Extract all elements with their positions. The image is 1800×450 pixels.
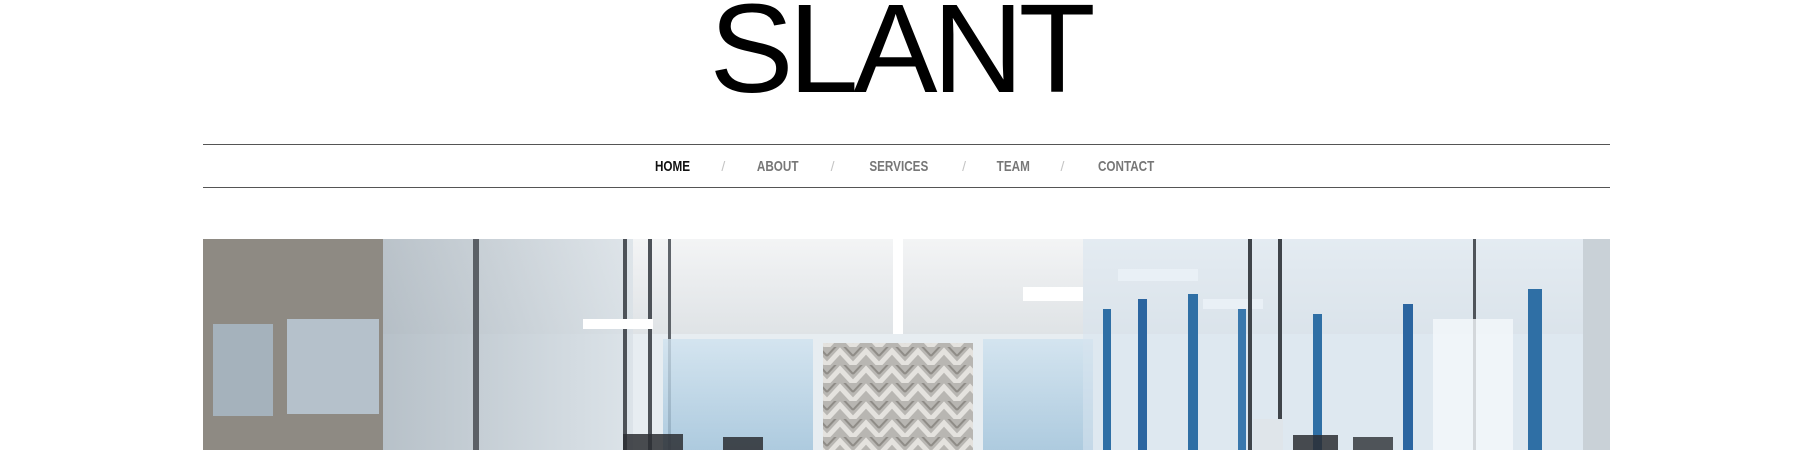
glass-mullion — [1278, 239, 1282, 450]
main-nav: HOME / ABOUT / SERVICES / TEAM / CONTACT — [650, 158, 1162, 175]
glass-mullion — [1248, 239, 1252, 450]
wall-frame-1 — [213, 324, 273, 416]
window-band — [663, 339, 813, 450]
glass-mullion — [623, 239, 627, 450]
ceiling-light — [1023, 287, 1083, 301]
glass-mullion — [473, 239, 479, 450]
nav-item-contact[interactable]: CONTACT — [1098, 158, 1154, 175]
window-mullion-blue — [1188, 294, 1198, 450]
site-logo[interactable]: SLANT — [0, 0, 1800, 112]
nav-item-about[interactable]: ABOUT — [757, 158, 799, 175]
window-mullion-blue — [1528, 289, 1542, 450]
nav-separator: / — [1060, 158, 1065, 174]
nav-separator: / — [830, 158, 835, 174]
chevron-feature-wall — [823, 343, 973, 450]
nav-separator: / — [721, 158, 726, 174]
window-mullion-blue — [1403, 304, 1413, 450]
window-mullion-blue — [1138, 299, 1147, 450]
glass-mullion — [648, 239, 652, 450]
right-edge-wall — [1583, 239, 1610, 450]
nav-item-home[interactable]: HOME — [655, 158, 690, 175]
ceiling-light-strip — [893, 239, 903, 334]
chair — [623, 434, 683, 450]
window-mullion-blue — [1103, 309, 1111, 450]
main-nav-bar: HOME / ABOUT / SERVICES / TEAM / CONTACT — [203, 144, 1610, 188]
ceiling-light — [583, 319, 653, 329]
window-mullion-blue — [1238, 309, 1246, 450]
wall-frame-2 — [287, 319, 379, 414]
page: SLANT HOME / ABOUT / SERVICES / TEAM / C… — [0, 0, 1800, 450]
hero-office-image — [203, 239, 1610, 450]
window-mullion-blue — [1313, 314, 1322, 450]
nav-item-team[interactable]: TEAM — [997, 158, 1030, 175]
window-band — [983, 339, 1093, 450]
chair — [1293, 435, 1338, 450]
chair — [1353, 437, 1393, 450]
monitor — [1253, 419, 1283, 450]
glass-partition-left — [383, 239, 633, 450]
window-light — [1433, 319, 1513, 450]
nav-item-services[interactable]: SERVICES — [869, 158, 928, 175]
chair — [723, 437, 763, 450]
nav-separator: / — [962, 158, 966, 174]
office-interior-illustration — [203, 239, 1610, 450]
